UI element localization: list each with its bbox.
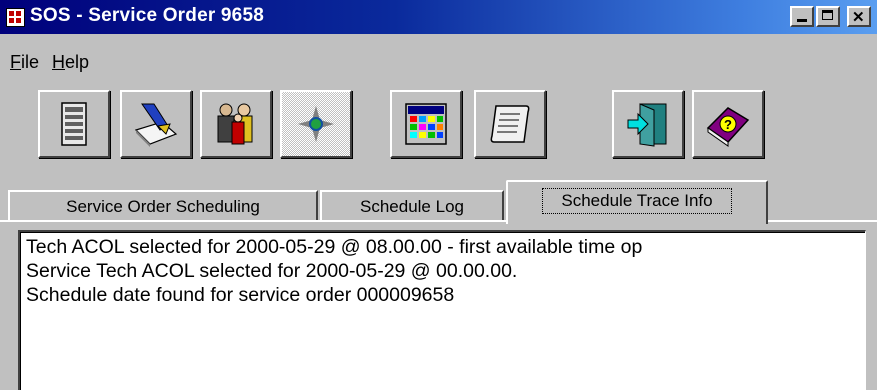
schedule-calendar-button[interactable] (390, 90, 462, 158)
trace-line: Tech ACOL selected for 2000-05-29 @ 08.0… (26, 236, 643, 258)
edit-order-button[interactable] (120, 90, 192, 158)
calendar-grid-icon (405, 103, 447, 145)
people-icon (217, 103, 253, 145)
document-list-icon (61, 102, 87, 146)
scroll-icon (490, 105, 530, 143)
window-title: SOS - Service Order 9658 (30, 5, 264, 26)
people-button[interactable] (200, 90, 272, 158)
exit-door-icon (627, 103, 667, 147)
edit-pen-icon (134, 103, 178, 147)
minimize-button[interactable] (790, 6, 814, 27)
tab-label: Schedule Trace Info (542, 188, 732, 214)
exit-button[interactable] (612, 90, 684, 158)
app-grid-icon[interactable] (6, 8, 25, 27)
title-bar[interactable]: SOS - Service Order 9658 (0, 0, 877, 34)
tab-schedule-trace-info[interactable]: Schedule Trace Info (506, 180, 768, 224)
tab-label: Service Order Scheduling (66, 197, 260, 216)
log-scroll-button[interactable] (474, 90, 546, 158)
trace-line: Service Tech ACOL selected for 2000-05-2… (26, 260, 518, 282)
tab-schedule-log[interactable]: Schedule Log (320, 190, 504, 222)
navigate-button[interactable] (280, 90, 352, 158)
tab-service-order-scheduling[interactable]: Service Order Scheduling (8, 190, 318, 222)
trace-line: Schedule date found for service order 00… (26, 284, 455, 306)
help-button[interactable]: ? (692, 90, 764, 158)
tab-label: Schedule Log (360, 197, 464, 216)
menu-help[interactable]: Help (52, 52, 89, 73)
close-button[interactable] (847, 6, 871, 27)
tab-strip: Service Order Scheduling Schedule Log Sc… (0, 180, 877, 224)
document-list-button[interactable] (38, 90, 110, 158)
toolbar: ? (0, 82, 877, 166)
trace-list[interactable]: Tech ACOL selected for 2000-05-29 @ 08.0… (18, 230, 866, 390)
compass-icon (298, 106, 334, 142)
help-book-icon: ? (706, 107, 750, 147)
menu-file[interactable]: File (10, 52, 39, 73)
svg-text:?: ? (724, 117, 732, 132)
maximize-button[interactable] (816, 6, 840, 27)
menu-bar: File Help (0, 48, 877, 78)
